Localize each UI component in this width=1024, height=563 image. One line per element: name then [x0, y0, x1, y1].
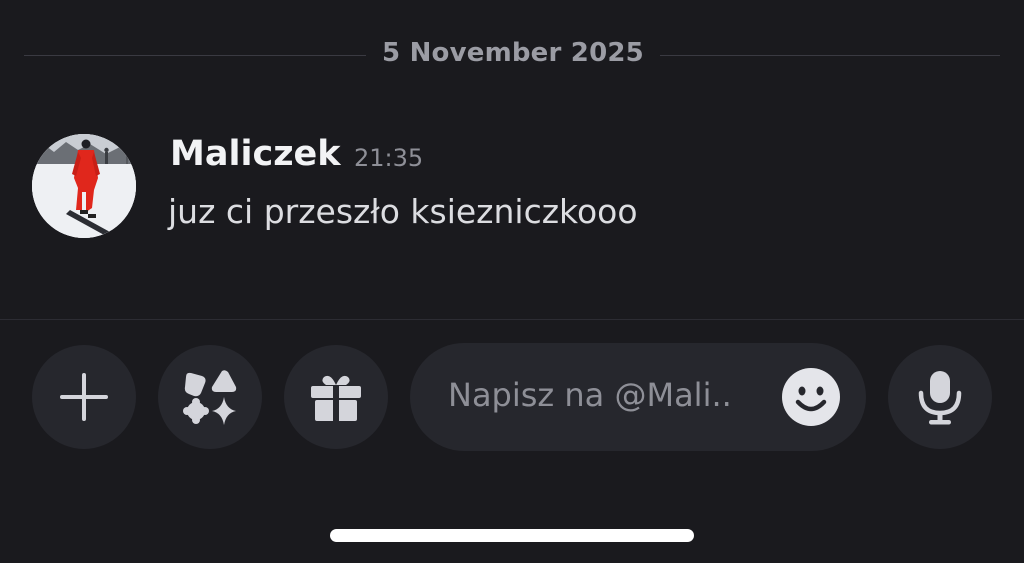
home-indicator[interactable]	[330, 529, 694, 542]
message-input-placeholder: Napisz na @Mali..	[448, 376, 732, 414]
chat-message[interactable]: Maliczek 21:35 juz ci przeszło ksieznicz…	[32, 134, 992, 244]
avatar[interactable]	[32, 134, 136, 238]
microphone-icon	[918, 371, 962, 425]
emoji-button[interactable]	[782, 368, 840, 426]
apps-button[interactable]	[158, 345, 262, 449]
gift-button[interactable]	[284, 345, 388, 449]
author-name[interactable]: Maliczek	[170, 134, 341, 174]
avatar-photo	[32, 134, 136, 238]
composer-separator	[0, 319, 1024, 320]
date-label: 5 November 2025	[382, 38, 644, 68]
gift-icon	[311, 375, 361, 422]
divider-line-right	[660, 55, 1000, 56]
add-attachment-button[interactable]	[32, 345, 136, 449]
chat-screen: 5 November 2025 Maliczek 21:35 juz ci pr…	[0, 0, 1024, 563]
date-divider: 5 November 2025	[24, 36, 1000, 76]
voice-message-button[interactable]	[888, 345, 992, 449]
apps-icon	[183, 370, 237, 425]
message-text: juz ci przeszło ksiezniczkooo	[168, 192, 638, 231]
emoji-icon	[782, 368, 840, 426]
divider-line-left	[24, 55, 366, 56]
plus-icon	[60, 373, 108, 421]
message-timestamp: 21:35	[354, 144, 424, 172]
message-input[interactable]: Napisz na @Mali..	[410, 343, 866, 451]
